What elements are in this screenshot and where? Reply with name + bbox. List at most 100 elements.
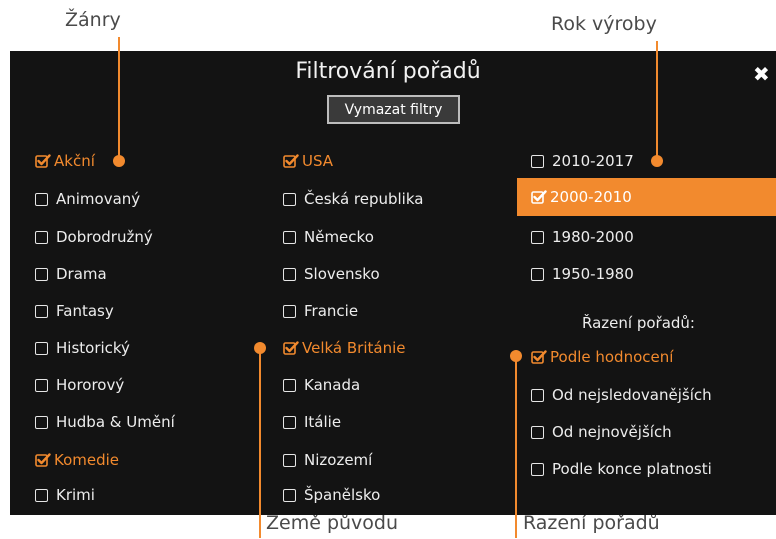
year-option[interactable]: 1950-1980 bbox=[531, 261, 634, 287]
close-icon[interactable]: ✖ bbox=[753, 62, 770, 86]
country-option[interactable]: Kanada bbox=[283, 372, 360, 398]
sort-label: Podle hodnocení bbox=[550, 348, 674, 366]
empty-checkbox-icon bbox=[35, 341, 48, 355]
genre-option[interactable]: Historický bbox=[35, 335, 130, 361]
checkmark-box-icon bbox=[35, 453, 51, 467]
callout-line-sort bbox=[515, 356, 517, 538]
empty-checkbox-icon bbox=[283, 378, 296, 392]
country-label: Slovensko bbox=[304, 265, 380, 283]
country-option[interactable]: Itálie bbox=[283, 409, 341, 435]
year-label: 2000-2010 bbox=[550, 188, 632, 206]
genre-label: Hudba & Umění bbox=[56, 413, 175, 431]
genre-label: Komedie bbox=[54, 451, 120, 469]
empty-checkbox-icon bbox=[283, 192, 296, 206]
genre-option[interactable]: Hudba & Umění bbox=[35, 409, 175, 435]
empty-checkbox-icon bbox=[283, 230, 296, 244]
empty-checkbox-icon bbox=[35, 378, 48, 392]
empty-checkbox-icon bbox=[531, 230, 544, 244]
callout-dot-genres bbox=[113, 155, 125, 167]
callout-year: Rok výroby bbox=[551, 13, 657, 35]
genre-option[interactable]: Animovaný bbox=[35, 186, 140, 212]
genre-label: Akční bbox=[54, 152, 95, 170]
sort-option[interactable]: Podle hodnocení bbox=[531, 344, 673, 370]
year-option[interactable]: 2010-2017 bbox=[531, 148, 634, 174]
empty-checkbox-icon bbox=[531, 388, 544, 402]
genre-label: Historický bbox=[56, 339, 130, 357]
genre-option[interactable]: Dobrodružný bbox=[35, 224, 153, 250]
empty-checkbox-icon bbox=[283, 488, 296, 502]
checkmark-box-icon bbox=[35, 154, 51, 168]
sort-option[interactable]: Od nejsledovanějších bbox=[531, 382, 712, 408]
callout-dot-sort bbox=[510, 350, 522, 362]
country-label: Německo bbox=[304, 228, 374, 246]
country-option[interactable]: Slovensko bbox=[283, 261, 380, 287]
country-label: Velká Británie bbox=[302, 339, 406, 357]
year-option[interactable]: 2000-2010 bbox=[517, 178, 776, 216]
callout-dot-year bbox=[651, 155, 663, 167]
year-label: 1950-1980 bbox=[552, 265, 634, 283]
country-option[interactable]: Španělsko bbox=[283, 482, 380, 508]
sort-label: Od nejsledovanějších bbox=[552, 386, 712, 404]
country-label: Česká republika bbox=[304, 190, 424, 208]
country-label: USA bbox=[302, 152, 334, 170]
checkmark-box-icon bbox=[531, 350, 547, 364]
empty-checkbox-icon bbox=[531, 425, 544, 439]
checkmark-box-icon bbox=[283, 341, 299, 355]
sort-option[interactable]: Od nejnovějších bbox=[531, 419, 672, 445]
genre-label: Fantasy bbox=[56, 302, 114, 320]
callout-sort: Řazení pořadů bbox=[523, 512, 660, 534]
genre-option[interactable]: Akční bbox=[35, 148, 95, 174]
empty-checkbox-icon bbox=[283, 267, 296, 281]
country-option[interactable]: USA bbox=[283, 148, 333, 174]
empty-checkbox-icon bbox=[283, 304, 296, 318]
country-option[interactable]: Francie bbox=[283, 298, 358, 324]
genre-option[interactable]: Krimi bbox=[35, 482, 95, 508]
genre-option[interactable]: Hororový bbox=[35, 372, 124, 398]
callout-origin: Země původu bbox=[266, 512, 399, 534]
genre-label: Krimi bbox=[56, 486, 95, 504]
country-option[interactable]: Velká Británie bbox=[283, 335, 405, 361]
empty-checkbox-icon bbox=[35, 415, 48, 429]
callout-line-year bbox=[656, 41, 658, 161]
sort-label: Podle konce platnosti bbox=[552, 460, 712, 478]
country-option[interactable]: Německo bbox=[283, 224, 374, 250]
clear-filters-button[interactable]: Vymazat filtry bbox=[327, 95, 460, 124]
checkmark-box-icon bbox=[283, 154, 299, 168]
genre-option[interactable]: Drama bbox=[35, 261, 107, 287]
callout-dot-origin bbox=[254, 342, 266, 354]
callout-genres: Žánry bbox=[65, 9, 121, 31]
year-label: 2010-2017 bbox=[552, 152, 634, 170]
country-option[interactable]: Česká republika bbox=[283, 186, 423, 212]
empty-checkbox-icon bbox=[531, 462, 544, 476]
country-label: Kanada bbox=[304, 376, 361, 394]
genre-label: Dobrodružný bbox=[56, 228, 153, 246]
sort-option[interactable]: Podle konce platnosti bbox=[531, 456, 712, 482]
country-option[interactable]: Nizozemí bbox=[283, 447, 372, 473]
genre-label: Drama bbox=[56, 265, 107, 283]
sort-heading: Řazení pořadů: bbox=[582, 314, 695, 332]
country-label: Francie bbox=[304, 302, 359, 320]
callout-line-origin bbox=[259, 348, 261, 538]
empty-checkbox-icon bbox=[283, 415, 296, 429]
empty-checkbox-icon bbox=[35, 192, 48, 206]
country-label: Nizozemí bbox=[304, 451, 373, 469]
year-label: 1980-2000 bbox=[552, 228, 634, 246]
empty-checkbox-icon bbox=[35, 488, 48, 502]
checkmark-box-icon bbox=[531, 190, 547, 204]
country-label: Španělsko bbox=[304, 486, 381, 504]
empty-checkbox-icon bbox=[35, 267, 48, 281]
empty-checkbox-icon bbox=[35, 304, 48, 318]
callout-line-genres bbox=[118, 37, 120, 161]
genre-label: Hororový bbox=[56, 376, 125, 394]
dialog-title: Filtrování pořadů bbox=[295, 59, 481, 84]
sort-label: Od nejnovějších bbox=[552, 423, 672, 441]
genre-option[interactable]: Komedie bbox=[35, 447, 119, 473]
empty-checkbox-icon bbox=[531, 154, 544, 168]
empty-checkbox-icon bbox=[283, 453, 296, 467]
empty-checkbox-icon bbox=[531, 267, 544, 281]
year-option[interactable]: 1980-2000 bbox=[531, 224, 634, 250]
genre-label: Animovaný bbox=[56, 190, 141, 208]
genre-option[interactable]: Fantasy bbox=[35, 298, 114, 324]
country-label: Itálie bbox=[304, 413, 342, 431]
empty-checkbox-icon bbox=[35, 230, 48, 244]
